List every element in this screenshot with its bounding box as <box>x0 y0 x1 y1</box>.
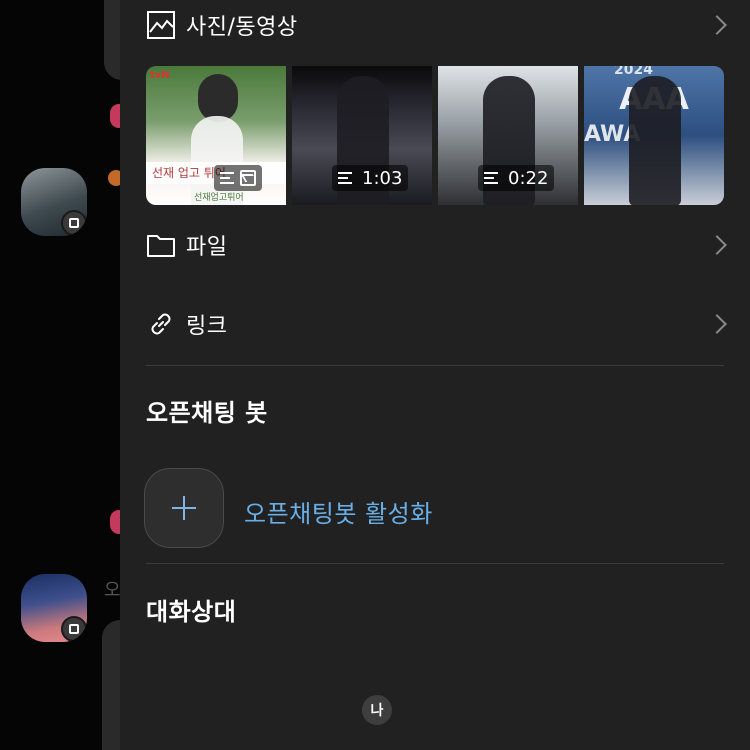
photos-videos-label: 사진/동영상 <box>186 15 298 40</box>
divider <box>146 365 724 366</box>
list-icon <box>484 172 498 184</box>
add-bot-button[interactable] <box>144 468 224 548</box>
image-icon <box>240 170 256 186</box>
chevron-right-icon <box>707 15 727 35</box>
openchat-bot-title: 오픈채팅 봇 <box>146 399 268 427</box>
folder-icon <box>147 235 175 257</box>
person-figure <box>629 76 681 205</box>
me-badge: 나 <box>362 695 392 725</box>
chevron-right-icon <box>707 314 727 334</box>
thumbnail-subcaption: 선재업고튀어 <box>194 193 244 203</box>
photo-icon <box>147 11 175 39</box>
video-duration: 0:22 <box>508 167 549 189</box>
activate-bot-link[interactable]: 오픈채팅봇 활성화 <box>244 494 433 529</box>
links-row[interactable]: 링크 <box>120 294 750 354</box>
chevron-right-icon <box>707 235 727 255</box>
video-duration: 1:03 <box>362 167 403 189</box>
channel-logo: tvN <box>150 70 170 81</box>
avatar[interactable] <box>21 574 87 642</box>
photos-videos-row[interactable]: 사진/동영상 <box>120 0 750 55</box>
files-row[interactable]: 파일 <box>120 215 750 275</box>
thumbnail-overlay: 0:22 <box>478 165 555 191</box>
sender-name: 오 <box>104 580 121 601</box>
media-thumbnail[interactable]: 2024 AAA AWA <box>584 66 724 205</box>
plus-icon <box>172 496 196 520</box>
thumbnail-overlay <box>214 165 262 191</box>
avatar[interactable] <box>21 168 87 236</box>
person-figure <box>198 74 238 122</box>
links-label: 링크 <box>186 314 228 339</box>
chatroom-drawer: 사진/동영상 tvN 선재 업고 튀어 선재업고튀어 1:03 0:22 202… <box>120 0 750 750</box>
media-thumbnail[interactable]: tvN 선재 업고 튀어 선재업고튀어 <box>146 66 286 205</box>
profile-badge-icon <box>61 210 87 236</box>
media-thumbnail[interactable]: 0:22 <box>438 66 578 205</box>
files-label: 파일 <box>186 235 228 260</box>
list-icon <box>338 172 352 184</box>
media-thumbnails: tvN 선재 업고 튀어 선재업고튀어 1:03 0:22 2024 AWA <box>146 66 724 205</box>
partner-title: 대화상대 <box>146 598 237 626</box>
link-icon <box>151 313 171 335</box>
media-thumbnail[interactable]: 1:03 <box>292 66 432 205</box>
list-icon <box>220 172 234 184</box>
profile-badge-icon <box>61 616 87 642</box>
divider <box>146 563 724 564</box>
thumbnail-overlay: 1:03 <box>332 165 409 191</box>
